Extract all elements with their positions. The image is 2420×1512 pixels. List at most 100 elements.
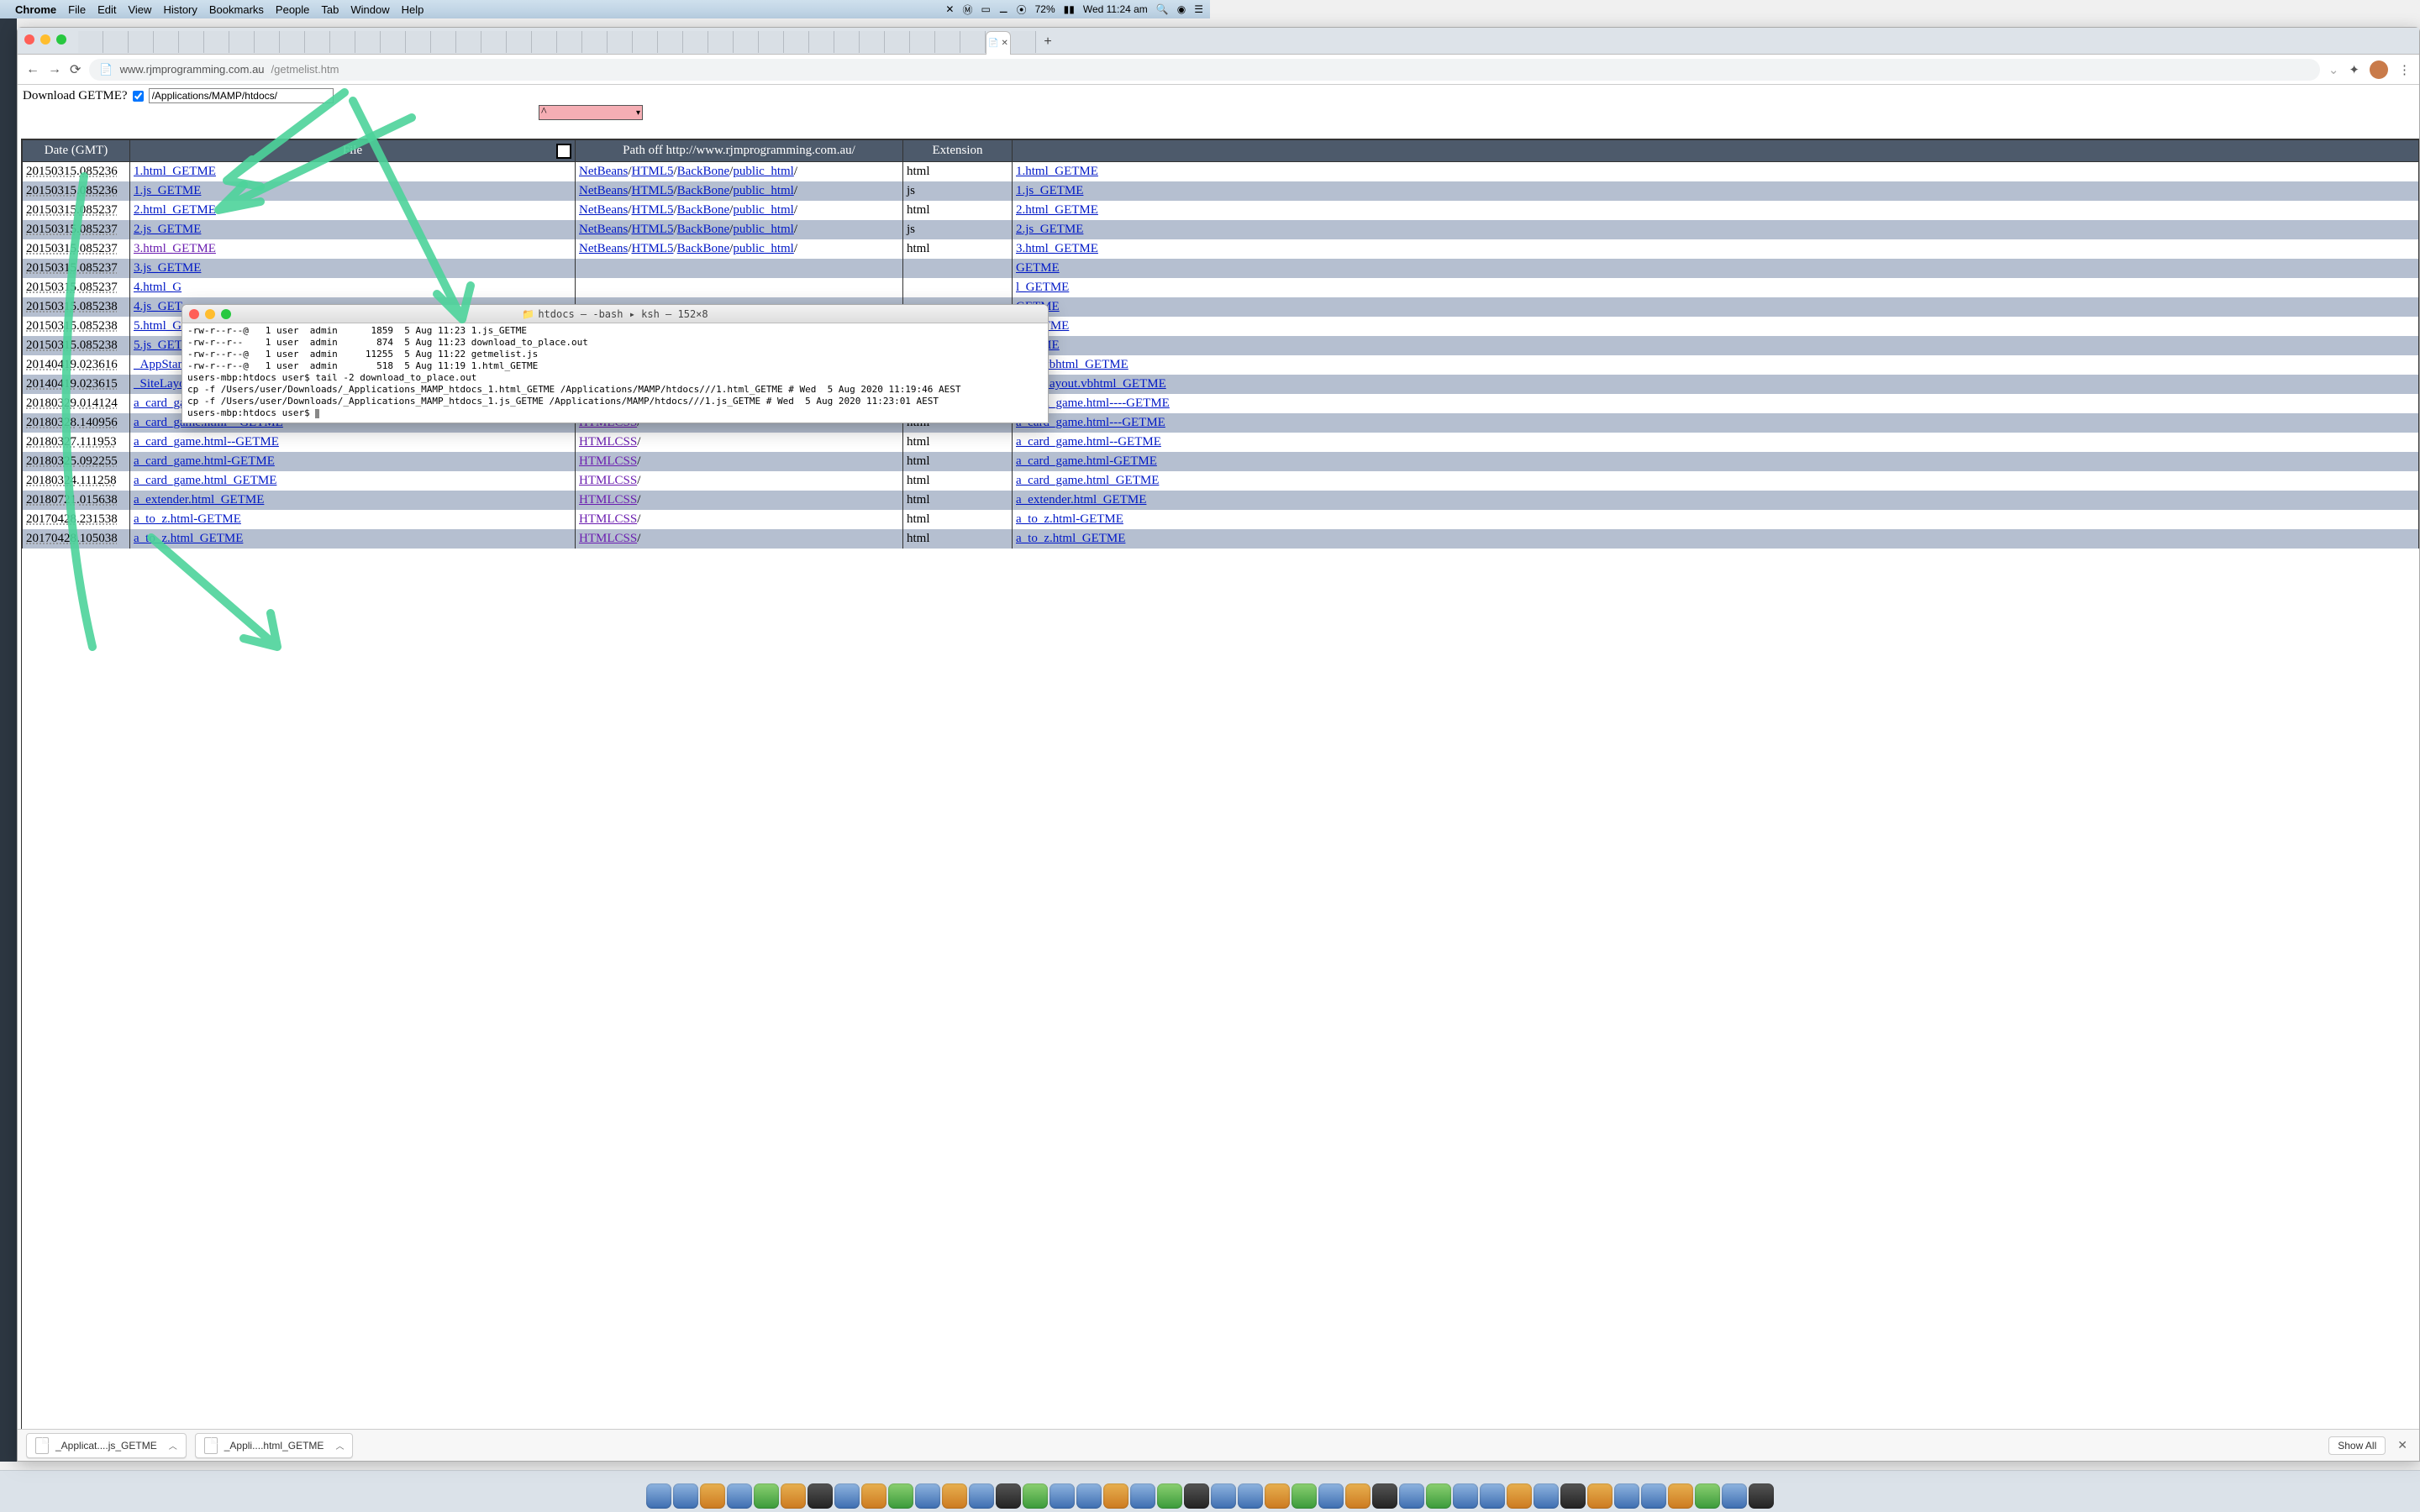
dock-app-icon[interactable] [969, 1483, 994, 1509]
pink-dropdown[interactable]: ^ [539, 105, 643, 120]
path-link[interactable]: public_html [733, 203, 794, 217]
siri-icon[interactable]: ◉ [1177, 3, 1186, 15]
path-link[interactable]: BackBone [677, 184, 729, 197]
col-file[interactable]: File ✔ [130, 140, 576, 162]
download-item[interactable]: _Appli....html_GETME ︿ [195, 1433, 354, 1458]
chrome-menu-icon[interactable]: ⋮ [2398, 62, 2411, 77]
file-link[interactable]: a_to_z.html-GETME [134, 512, 241, 526]
terminal-body[interactable]: -rw-r--r--@ 1 user admin 1859 5 Aug 11:2… [182, 323, 1048, 423]
dock-app-icon[interactable] [754, 1483, 779, 1509]
browser-tab[interactable] [305, 31, 330, 53]
path-link[interactable]: BackBone [677, 203, 729, 217]
path-link[interactable]: NetBeans [579, 203, 628, 217]
file-link[interactable]: 1.js_GETME [1016, 184, 1083, 197]
terminal-window[interactable]: 📁 htdocs — -bash ▸ ksh — 152×8 -rw-r--r-… [182, 304, 1049, 423]
dock-app-icon[interactable] [646, 1483, 671, 1509]
menu-bookmarks[interactable]: Bookmarks [209, 3, 264, 16]
file-link[interactable]: _AppStart [134, 358, 186, 371]
browser-tab[interactable] [129, 31, 154, 53]
col-date[interactable]: Date (GMT) [23, 140, 130, 162]
file-link[interactable]: l_GETME [1016, 281, 1069, 294]
file-link[interactable]: a_card_game.html-GETME [1016, 454, 1157, 468]
dock-app-icon[interactable] [1023, 1483, 1048, 1509]
browser-tab[interactable] [229, 31, 255, 53]
clipboard-icon[interactable]: ⌄ [2328, 62, 2339, 77]
menubar-clock[interactable]: Wed 11:24 am [1083, 3, 1148, 15]
dock-app-icon[interactable] [915, 1483, 940, 1509]
file-link[interactable]: 3.html_GETME [1016, 242, 1098, 255]
browser-tab[interactable] [658, 31, 683, 53]
dock-app-icon[interactable] [1587, 1483, 1612, 1509]
dock-app-icon[interactable] [942, 1483, 967, 1509]
app-name[interactable]: Chrome [15, 3, 56, 16]
file-link[interactable]: a_extender.html_GETME [1016, 493, 1146, 507]
chevron-up-icon[interactable]: ︿ [335, 1439, 344, 1452]
path-link[interactable]: BackBone [677, 223, 729, 236]
path-link[interactable]: HTMLCSS [579, 512, 637, 526]
dock-app-icon[interactable] [1211, 1483, 1236, 1509]
file-link[interactable]: a_card_game.html_GETME [1016, 474, 1159, 487]
dock-app-icon[interactable] [1560, 1483, 1586, 1509]
file-link[interactable]: a_to_z.html-GETME [1016, 512, 1123, 526]
reload-button[interactable]: ⟳ [70, 61, 81, 78]
window-minimize-icon[interactable] [205, 309, 215, 319]
browser-tab[interactable] [834, 31, 860, 53]
menu-people[interactable]: People [276, 3, 309, 16]
browser-tab[interactable] [280, 31, 305, 53]
menu-tab[interactable]: Tab [321, 3, 339, 16]
browser-tab[interactable] [78, 31, 103, 53]
path-link[interactable]: BackBone [677, 165, 729, 178]
chevron-up-icon[interactable]: ︿ [169, 1439, 177, 1452]
bluetooth-icon[interactable]: ⚊ [999, 3, 1008, 15]
dock-app-icon[interactable] [1507, 1483, 1532, 1509]
path-link[interactable]: HTML5 [632, 203, 674, 217]
browser-tab[interactable] [608, 31, 633, 53]
notification-center-icon[interactable]: ☰ [1194, 3, 1203, 15]
back-button[interactable]: ← [26, 62, 39, 77]
path-link[interactable]: BackBone [677, 242, 729, 255]
menu-help[interactable]: Help [402, 3, 424, 16]
dock-app-icon[interactable] [1345, 1483, 1370, 1509]
menu-view[interactable]: View [128, 3, 151, 16]
file-link[interactable]: 1.html_GETME [1016, 165, 1098, 178]
dock-app-icon[interactable] [1103, 1483, 1128, 1509]
file-link[interactable]: a_card_game.html--GETME [1016, 435, 1161, 449]
file-link[interactable]: 4.html_G [134, 281, 182, 294]
col-path[interactable]: Path off http://www.rjmprogramming.com.a… [576, 140, 903, 162]
file-link[interactable]: 2.html_GETME [134, 203, 216, 217]
dock-app-icon[interactable] [861, 1483, 886, 1509]
browser-tab[interactable] [809, 31, 834, 53]
file-link[interactable]: 4.js_GET [134, 300, 182, 313]
file-link[interactable]: a_card_game.html--GETME [134, 435, 279, 449]
dock-app-icon[interactable] [1238, 1483, 1263, 1509]
path-link[interactable]: HTML5 [632, 242, 674, 255]
path-link[interactable]: NetBeans [579, 165, 628, 178]
file-link[interactable]: 2.html_GETME [1016, 203, 1098, 217]
dock-app-icon[interactable] [1265, 1483, 1290, 1509]
path-input[interactable] [149, 88, 334, 103]
show-all-button[interactable]: Show All [2328, 1436, 2386, 1455]
file-link[interactable]: 5.js_GET [134, 339, 182, 352]
menu-history[interactable]: History [163, 3, 197, 16]
window-close-icon[interactable] [24, 34, 34, 45]
browser-tab[interactable] [355, 31, 381, 53]
file-link[interactable]: GETME [1016, 261, 1060, 275]
browser-tab[interactable] [507, 31, 532, 53]
close-icon[interactable]: ✕ [1002, 39, 1008, 48]
menu-file[interactable]: File [68, 3, 86, 16]
download-checkbox[interactable] [133, 91, 144, 102]
browser-tab[interactable]: 📄✕ [986, 31, 1011, 55]
wifi-icon[interactable]: ⦿ [1017, 3, 1027, 17]
path-link[interactable]: HTMLCSS [579, 435, 637, 449]
browser-tab[interactable] [1011, 31, 1036, 53]
dock-app-icon[interactable] [1749, 1483, 1774, 1509]
spotlight-icon[interactable]: 🔍 [1156, 3, 1169, 15]
file-link[interactable]: 1.html_GETME [134, 165, 216, 178]
dock-app-icon[interactable] [1157, 1483, 1182, 1509]
dock-app-icon[interactable] [888, 1483, 913, 1509]
download-item[interactable]: _Applicat....js_GETME ︿ [26, 1433, 187, 1458]
browser-tab[interactable] [708, 31, 734, 53]
new-tab-button[interactable]: + [1036, 34, 1060, 50]
browser-tab[interactable] [179, 31, 204, 53]
extensions-icon[interactable]: ✦ [2349, 62, 2360, 77]
